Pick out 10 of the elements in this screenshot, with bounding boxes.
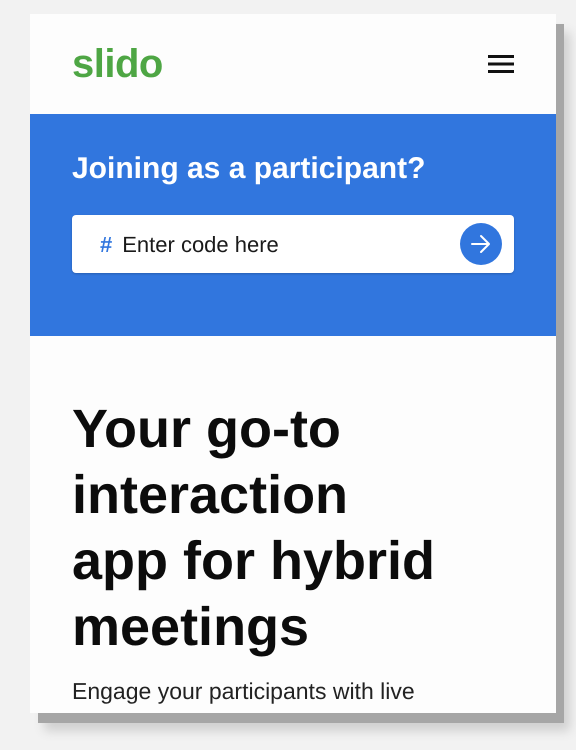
submit-button[interactable] (460, 223, 502, 265)
logo[interactable]: slido (72, 34, 163, 94)
code-entry-field[interactable]: # Enter code here (72, 215, 514, 273)
arrow-right-icon (470, 234, 492, 254)
hash-icon: # (100, 228, 112, 260)
intro-text: Engage your participants with live (72, 677, 416, 706)
code-input-field[interactable]: Enter code here (120, 226, 460, 262)
menu-icon[interactable] (488, 54, 514, 74)
headline: Your go-to interaction app for hybrid meetings (72, 398, 436, 659)
join-heading: Joining as a participant? (72, 152, 426, 185)
